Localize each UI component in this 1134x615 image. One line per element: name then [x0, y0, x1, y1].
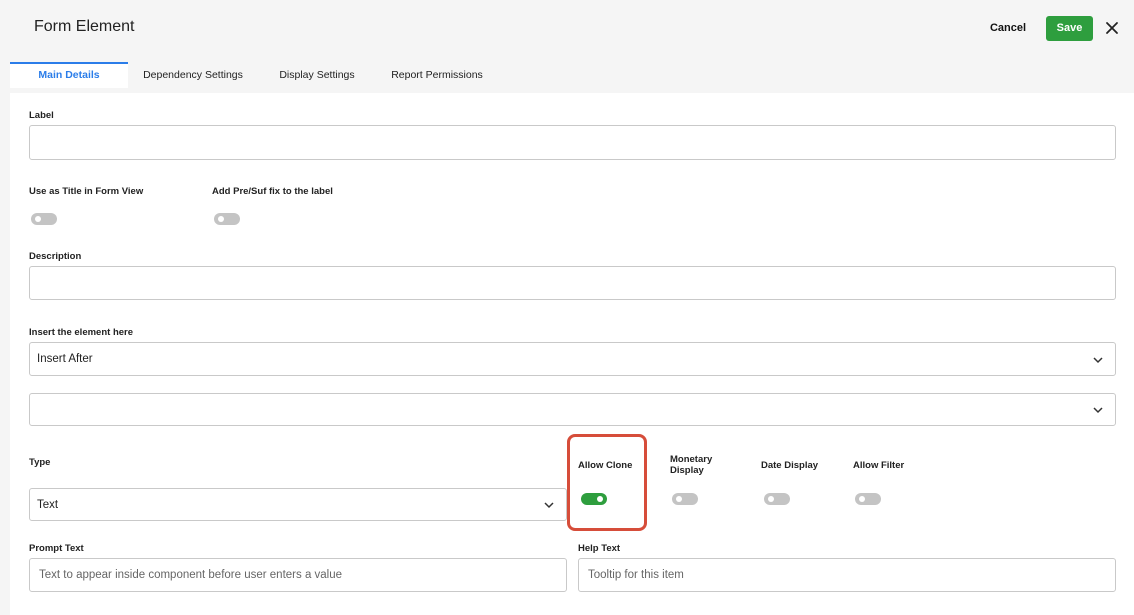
- insert-target-select[interactable]: [29, 393, 1116, 426]
- prompt-text-input[interactable]: Text to appear inside component before u…: [29, 558, 567, 592]
- insert-position-value: Insert After: [37, 353, 93, 365]
- type-value: Text: [37, 498, 59, 511]
- allow-filter-label: Allow Filter: [853, 460, 905, 471]
- type-label: Type: [29, 457, 51, 468]
- toggle-knob: [676, 496, 682, 502]
- page-title: Form Element: [34, 18, 135, 35]
- monetary-display-toggle[interactable]: [672, 493, 698, 505]
- tab-dependency-settings[interactable]: Dependency Settings: [132, 62, 254, 88]
- cancel-button[interactable]: Cancel: [978, 18, 1038, 38]
- form-element-dialog: Form Element Cancel Save Main Details De…: [0, 0, 1134, 615]
- monetary-display-label-line2: Display: [670, 465, 704, 476]
- insert-element-label: Insert the element here: [29, 327, 134, 338]
- close-icon[interactable]: [1103, 18, 1121, 38]
- tab-report-permissions[interactable]: Report Permissions: [382, 62, 492, 88]
- allow-clone-label: Allow Clone: [578, 460, 633, 471]
- toggle-knob: [597, 496, 603, 502]
- chevron-down-icon: [544, 502, 554, 509]
- insert-position-select[interactable]: Insert After: [29, 342, 1116, 376]
- label-field-label: Label: [29, 110, 54, 121]
- allow-clone-toggle[interactable]: [581, 493, 607, 505]
- monetary-display-label: Monetary Display: [670, 454, 712, 476]
- help-text-input[interactable]: Tooltip for this item: [578, 558, 1116, 592]
- tab-main-details[interactable]: Main Details: [10, 62, 128, 88]
- main-details-panel: Label Use as Title in Form View Add Pre/…: [10, 93, 1134, 615]
- label-input[interactable]: [29, 125, 1116, 160]
- tab-bar: Main Details Dependency Settings Display…: [10, 62, 1124, 88]
- save-button[interactable]: Save: [1046, 16, 1093, 41]
- toggle-knob: [859, 496, 865, 502]
- help-text-label: Help Text: [578, 543, 621, 554]
- date-display-label: Date Display: [761, 460, 819, 471]
- tab-display-settings[interactable]: Display Settings: [268, 62, 366, 88]
- monetary-display-label-line1: Monetary: [670, 454, 713, 465]
- chevron-down-icon: [1093, 357, 1103, 364]
- allow-clone-highlight: [567, 434, 647, 531]
- add-prefix-label: Add Pre/Suf fix to the label: [212, 186, 333, 197]
- date-display-toggle[interactable]: [764, 493, 790, 505]
- help-text-placeholder: Tooltip for this item: [588, 569, 684, 581]
- add-prefix-toggle[interactable]: [214, 213, 240, 225]
- use-as-title-label: Use as Title in Form View: [29, 186, 144, 197]
- prompt-text-label: Prompt Text: [29, 543, 84, 554]
- prompt-text-placeholder: Text to appear inside component before u…: [39, 569, 343, 581]
- toggle-knob: [218, 216, 224, 222]
- type-select[interactable]: Text: [29, 488, 567, 521]
- toggle-knob: [35, 216, 41, 222]
- dialog-header: Form Element Cancel Save: [0, 0, 1134, 56]
- use-as-title-toggle[interactable]: [31, 213, 57, 225]
- chevron-down-icon: [1093, 407, 1103, 414]
- allow-filter-toggle[interactable]: [855, 493, 881, 505]
- toggle-knob: [768, 496, 774, 502]
- description-input[interactable]: [29, 266, 1116, 300]
- description-label: Description: [29, 251, 82, 262]
